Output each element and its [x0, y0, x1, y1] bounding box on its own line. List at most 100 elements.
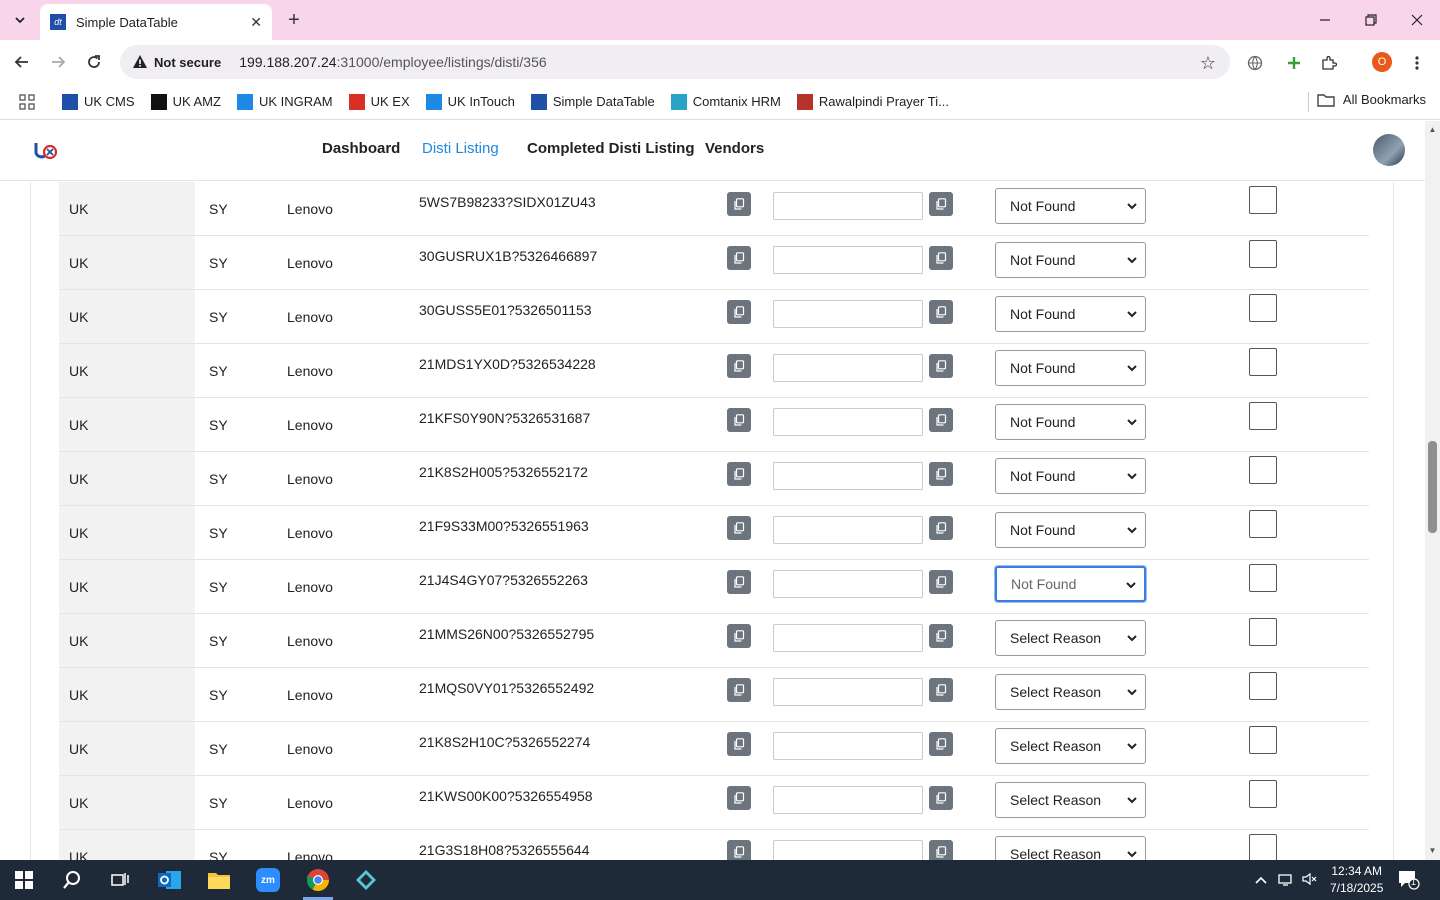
- listing-id-input[interactable]: [773, 570, 923, 598]
- zoom-icon[interactable]: zm: [252, 864, 284, 896]
- copy-input-button[interactable]: [929, 192, 953, 216]
- bookmark-item[interactable]: UK AMZ: [150, 93, 221, 110]
- windows-start-icon[interactable]: [8, 864, 40, 896]
- copy-sku-button[interactable]: [727, 732, 751, 756]
- copy-sku-button[interactable]: [727, 408, 751, 432]
- tab-search-button[interactable]: [8, 8, 32, 32]
- row-checkbox[interactable]: [1249, 780, 1277, 808]
- nav-completed-disti-listing[interactable]: Completed Disti Listing: [527, 140, 695, 157]
- profile-avatar[interactable]: O: [1372, 52, 1392, 72]
- row-checkbox[interactable]: [1249, 726, 1277, 754]
- row-checkbox[interactable]: [1249, 672, 1277, 700]
- listing-id-input[interactable]: [773, 192, 923, 220]
- bookmark-item[interactable]: Comtanix HRM: [670, 93, 781, 110]
- copy-input-button[interactable]: [929, 246, 953, 270]
- listing-id-input[interactable]: [773, 624, 923, 652]
- copy-input-button[interactable]: [929, 840, 953, 860]
- nav-vendors[interactable]: Vendors: [705, 140, 764, 157]
- volume-muted-icon[interactable]: [1302, 872, 1318, 889]
- row-checkbox[interactable]: [1249, 294, 1277, 322]
- reason-select[interactable]: Select Reason: [995, 674, 1146, 710]
- listing-id-input[interactable]: [773, 516, 923, 544]
- browser-tab[interactable]: dt Simple DataTable ✕: [40, 4, 272, 40]
- listing-id-input[interactable]: [773, 300, 923, 328]
- back-icon[interactable]: [10, 50, 34, 74]
- menu-kebab-icon[interactable]: [1406, 52, 1428, 74]
- listing-id-input[interactable]: [773, 354, 923, 382]
- copy-input-button[interactable]: [929, 516, 953, 540]
- url-text[interactable]: 199.188.207.24:31000/employee/listings/d…: [239, 54, 546, 70]
- bookmark-item[interactable]: UK INGRAM: [236, 93, 333, 110]
- reload-icon[interactable]: [82, 50, 106, 74]
- row-checkbox[interactable]: [1249, 834, 1277, 860]
- outlook-icon[interactable]: [154, 864, 186, 896]
- minimize-icon[interactable]: [1313, 8, 1337, 32]
- address-bar[interactable]: Not secure 199.188.207.24:31000/employee…: [120, 45, 1230, 79]
- copy-input-button[interactable]: [929, 624, 953, 648]
- listing-id-input[interactable]: [773, 408, 923, 436]
- reason-select[interactable]: Not Found: [995, 188, 1146, 224]
- listing-id-input[interactable]: [773, 732, 923, 760]
- nav-dashboard[interactable]: Dashboard: [322, 140, 400, 157]
- copy-sku-button[interactable]: [727, 462, 751, 486]
- row-checkbox[interactable]: [1249, 402, 1277, 430]
- task-view-icon[interactable]: [104, 864, 136, 896]
- close-tab-icon[interactable]: ✕: [250, 14, 262, 31]
- chrome-icon[interactable]: [302, 864, 334, 896]
- taskbar-clock[interactable]: 12:34 AM 7/18/2025: [1330, 863, 1383, 897]
- bookmark-item[interactable]: Simple DataTable: [530, 93, 655, 110]
- scroll-up-arrow-icon[interactable]: ▲: [1428, 125, 1437, 134]
- close-window-icon[interactable]: [1405, 8, 1429, 32]
- listing-id-input[interactable]: [773, 786, 923, 814]
- listing-id-input[interactable]: [773, 246, 923, 274]
- page-scrollbar[interactable]: ▲ ▼: [1425, 121, 1440, 860]
- app-diamond-icon[interactable]: [350, 864, 382, 896]
- row-checkbox[interactable]: [1249, 564, 1277, 592]
- nav-disti-listing[interactable]: Disti Listing: [422, 140, 499, 157]
- network-icon[interactable]: [1278, 872, 1296, 889]
- copy-input-button[interactable]: [929, 678, 953, 702]
- notification-center-icon[interactable]: 1: [1398, 870, 1420, 893]
- reason-select[interactable]: Not Found: [995, 512, 1146, 548]
- bookmark-item[interactable]: Rawalpindi Prayer Ti...: [796, 93, 949, 110]
- copy-input-button[interactable]: [929, 462, 953, 486]
- copy-sku-button[interactable]: [727, 840, 751, 860]
- reason-select[interactable]: Select Reason: [995, 620, 1146, 656]
- copy-input-button[interactable]: [929, 570, 953, 594]
- bookmark-item[interactable]: UK CMS: [62, 93, 135, 110]
- listing-id-input[interactable]: [773, 840, 923, 860]
- copy-sku-button[interactable]: [727, 354, 751, 378]
- reason-select[interactable]: Not Found: [995, 458, 1146, 494]
- security-indicator[interactable]: Not secure: [132, 54, 231, 70]
- reason-select[interactable]: Not Found: [995, 566, 1146, 602]
- restore-icon[interactable]: [1359, 8, 1383, 32]
- copy-sku-button[interactable]: [727, 192, 751, 216]
- copy-input-button[interactable]: [929, 732, 953, 756]
- uk-logo-icon[interactable]: [32, 137, 60, 165]
- copy-input-button[interactable]: [929, 354, 953, 378]
- apps-grid-icon[interactable]: [14, 89, 40, 115]
- bookmark-item[interactable]: UK InTouch: [425, 93, 515, 110]
- copy-sku-button[interactable]: [727, 570, 751, 594]
- copy-sku-button[interactable]: [727, 246, 751, 270]
- translate-icon[interactable]: [1244, 52, 1266, 74]
- reason-select[interactable]: Select Reason: [995, 836, 1146, 860]
- reason-select[interactable]: Not Found: [995, 350, 1146, 386]
- row-checkbox[interactable]: [1249, 618, 1277, 646]
- bookmark-item[interactable]: UK EX: [348, 93, 410, 110]
- copy-input-button[interactable]: [929, 408, 953, 432]
- copy-input-button[interactable]: [929, 786, 953, 810]
- forward-icon[interactable]: [46, 50, 70, 74]
- reason-select[interactable]: Select Reason: [995, 728, 1146, 764]
- copy-sku-button[interactable]: [727, 786, 751, 810]
- file-explorer-icon[interactable]: [203, 864, 235, 896]
- extensions-puzzle-icon[interactable]: [1318, 52, 1340, 74]
- row-checkbox[interactable]: [1249, 186, 1277, 214]
- listing-id-input[interactable]: [773, 462, 923, 490]
- copy-sku-button[interactable]: [727, 516, 751, 540]
- scroll-down-arrow-icon[interactable]: ▼: [1428, 846, 1437, 855]
- reason-select[interactable]: Not Found: [995, 242, 1146, 278]
- copy-sku-button[interactable]: [727, 300, 751, 324]
- reason-select[interactable]: Not Found: [995, 404, 1146, 440]
- bookmark-star-icon[interactable]: ☆: [1200, 53, 1216, 74]
